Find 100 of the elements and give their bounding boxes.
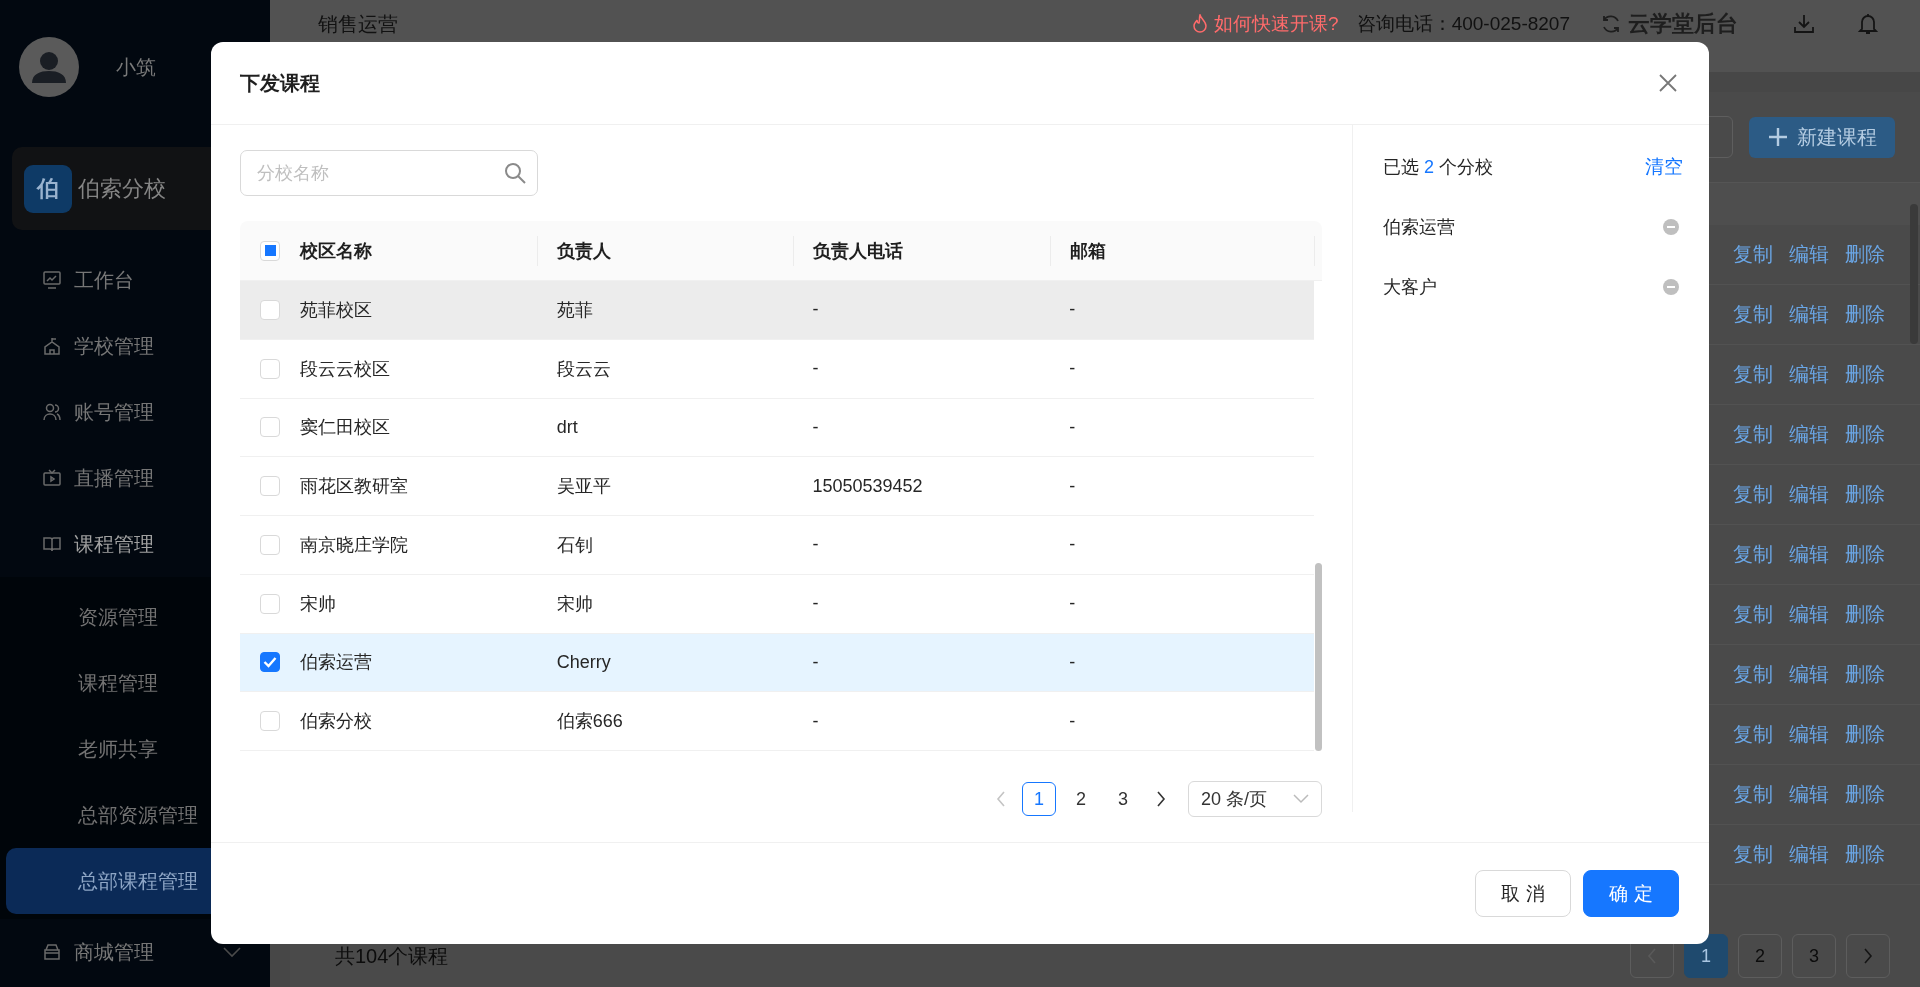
remove-icon[interactable] [1662, 218, 1680, 236]
total-count: 共104个课程 [335, 943, 449, 969]
action-link[interactable]: 编辑 [1789, 781, 1829, 808]
action-link[interactable]: 编辑 [1789, 661, 1829, 688]
table-cell-text: 段云云 [556, 357, 612, 381]
table-cell-text: 宋帅 [299, 592, 337, 616]
page-button[interactable]: 2 [1738, 934, 1782, 978]
action-link[interactable]: 删除 [1845, 301, 1885, 328]
chevron-right-icon [1863, 948, 1873, 964]
table-cell-text: - [1069, 533, 1077, 557]
chevron-down-icon [222, 946, 242, 958]
action-link[interactable]: 复制 [1733, 481, 1773, 508]
avatar-icon [19, 37, 79, 97]
help-link[interactable]: 如何快速开课? [1192, 12, 1339, 36]
page-button[interactable]: 3 [1106, 782, 1140, 816]
download-icon[interactable] [1792, 12, 1816, 36]
table-cell-text: 伯索666 [556, 710, 624, 734]
menu-item[interactable]: 商城管理 [0, 919, 270, 985]
table-cell-text: 苑菲校区 [299, 298, 373, 322]
search-icon[interactable] [504, 162, 526, 184]
action-link[interactable]: 编辑 [1789, 721, 1829, 748]
table-row[interactable]: 宋帅 宋帅 - - [240, 574, 1314, 634]
action-link[interactable]: 删除 [1845, 541, 1885, 568]
scrollbar-thumb[interactable] [1315, 563, 1322, 751]
table-cell-text: 南京晓庄学院 [299, 533, 409, 557]
page-button[interactable]: 2 [1064, 782, 1098, 816]
confirm-button[interactable]: 确 定 [1583, 870, 1679, 917]
action-link[interactable]: 复制 [1733, 361, 1773, 388]
close-icon[interactable] [1659, 74, 1677, 92]
table-row[interactable]: 雨花区教研室 吴亚平 15050539452 - [240, 457, 1314, 516]
action-link[interactable]: 删除 [1845, 361, 1885, 388]
action-link[interactable]: 复制 [1733, 781, 1773, 808]
bell-icon[interactable] [1856, 12, 1880, 36]
action-link[interactable]: 删除 [1845, 601, 1885, 628]
hotline-text: 咨询电话：400-025-8207 [1356, 12, 1570, 36]
action-link[interactable]: 删除 [1845, 661, 1885, 688]
table-cell-text: 宋帅 [556, 592, 594, 616]
action-link[interactable]: 编辑 [1789, 541, 1829, 568]
table-row[interactable]: 苑菲校区 苑菲 - - [240, 281, 1314, 340]
table-row[interactable]: 窦仁田校区 drt - - [240, 398, 1314, 458]
remove-icon[interactable] [1662, 278, 1680, 296]
selection-summary: 已选 2 个分校 [1383, 156, 1494, 179]
action-link[interactable]: 复制 [1733, 661, 1773, 688]
table-cell-text: drt [556, 415, 579, 439]
monitor-icon [42, 270, 62, 290]
table-row[interactable]: 南京晓庄学院 石钊 - - [240, 516, 1314, 575]
building-icon [42, 336, 62, 356]
chevron-left-icon[interactable] [996, 791, 1006, 807]
action-link[interactable]: 删除 [1845, 781, 1885, 808]
action-link[interactable]: 复制 [1733, 841, 1773, 868]
page-button[interactable]: 3 [1792, 934, 1836, 978]
table-cell-text: 伯索运营 [299, 651, 373, 675]
table-cell-text: - [812, 533, 820, 557]
cancel-button[interactable]: 取 消 [1475, 870, 1571, 917]
search-field[interactable]: 分校名称 [240, 150, 538, 196]
table-cell-text: - [1069, 474, 1077, 498]
table-row[interactable]: 伯索分校 伯索666 - - [240, 692, 1314, 751]
action-link[interactable]: 编辑 [1789, 481, 1829, 508]
chevron-down-icon [1293, 794, 1309, 804]
table-cell-text: 苑菲 [556, 298, 594, 322]
table-row[interactable]: 段云云校区 段云云 - - [240, 339, 1314, 399]
action-link[interactable]: 编辑 [1789, 841, 1829, 868]
page-button[interactable]: 1 [1022, 782, 1056, 816]
table-cell-text: 雨花区教研室 [299, 475, 409, 499]
clear-link[interactable]: 清空 [1645, 154, 1683, 180]
table-cell-text: 伯索分校 [299, 710, 373, 734]
action-link[interactable]: 编辑 [1789, 301, 1829, 328]
column-header[interactable]: 负责人电话 [793, 235, 1070, 266]
action-link[interactable]: 删除 [1845, 481, 1885, 508]
table-cell-text: Cherry [556, 650, 612, 674]
flame-icon [1192, 14, 1209, 34]
chevron-right-icon[interactable] [1156, 791, 1166, 807]
action-link[interactable]: 编辑 [1789, 361, 1829, 388]
action-link[interactable]: 删除 [1845, 241, 1885, 268]
column-header[interactable]: 负责人 [537, 235, 813, 266]
table-cell-text: - [812, 592, 820, 616]
action-link[interactable]: 删除 [1845, 841, 1885, 868]
table-row[interactable]: 伯索运营 Cherry - - [240, 633, 1314, 693]
action-link[interactable]: 复制 [1733, 301, 1773, 328]
action-link[interactable]: 复制 [1733, 601, 1773, 628]
action-link[interactable]: 编辑 [1789, 421, 1829, 448]
plus-icon [1767, 126, 1789, 148]
new-course-button[interactable]: 新建课程 [1749, 116, 1895, 158]
table-cell-text: - [812, 650, 820, 674]
action-link[interactable]: 删除 [1845, 421, 1885, 448]
checkbox[interactable] [259, 652, 280, 673]
table-cell-text: 段云云校区 [299, 357, 391, 381]
action-link[interactable]: 复制 [1733, 721, 1773, 748]
action-link[interactable]: 复制 [1733, 421, 1773, 448]
action-link[interactable]: 复制 [1733, 541, 1773, 568]
scrollbar-thumb[interactable] [1910, 204, 1918, 344]
table-cell-text: - [1069, 298, 1077, 322]
column-header[interactable]: 邮箱 [1050, 235, 1315, 266]
next-page-button[interactable] [1846, 934, 1890, 978]
action-link[interactable]: 删除 [1845, 721, 1885, 748]
page-size-select[interactable]: 20 条/页 [1188, 781, 1322, 817]
action-link[interactable]: 编辑 [1789, 241, 1829, 268]
school-name: 伯索分校 [78, 174, 166, 203]
action-link[interactable]: 编辑 [1789, 601, 1829, 628]
action-link[interactable]: 复制 [1733, 241, 1773, 268]
